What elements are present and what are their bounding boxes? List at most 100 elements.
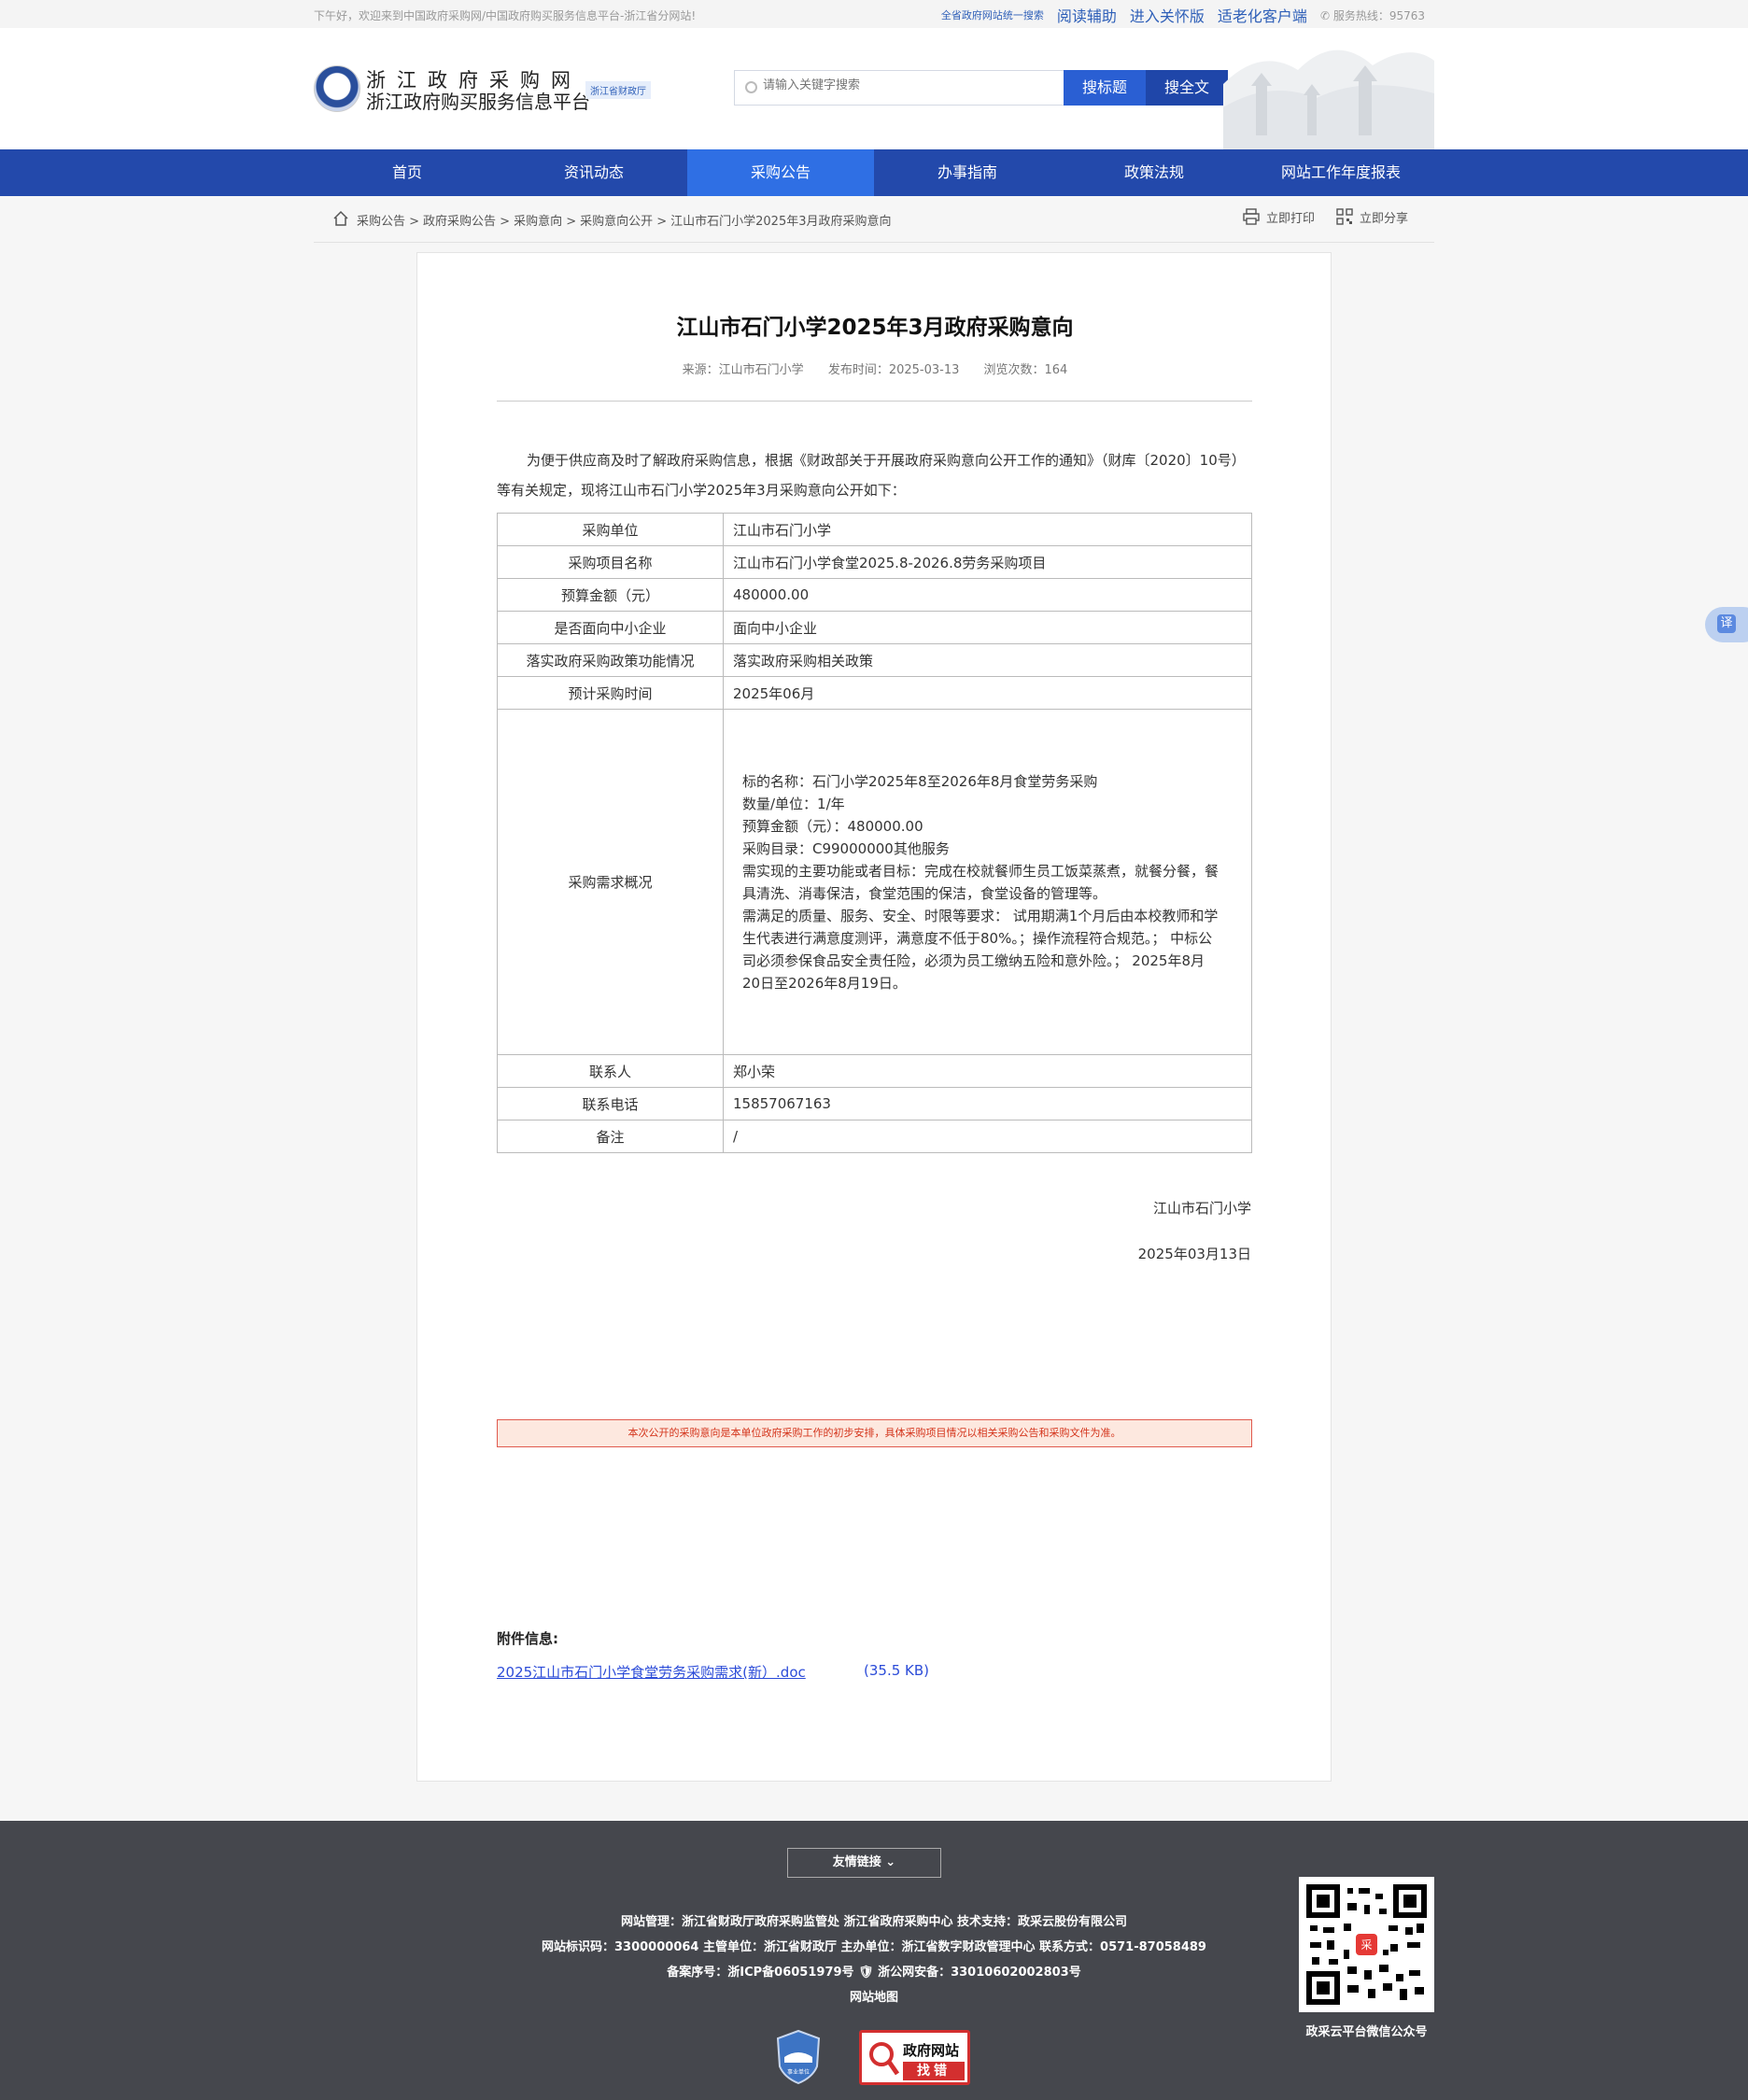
requirement-line: 采购目录：C99000000其他服务 bbox=[742, 839, 950, 857]
qr-share-icon bbox=[1336, 208, 1353, 225]
site-footer: 友情链接 ⌄ 网站管理：浙江省财政厅政府采购监管处 浙江省政府采购中心 技术支持… bbox=[0, 1821, 1748, 2100]
row-value: 落实政府采购相关政策 bbox=[723, 643, 1252, 677]
disclaimer-notice: 本次公开的采购意向是本单位政府采购工作的初步安排，具体采购项目情况以相关采购公告… bbox=[497, 1419, 1252, 1447]
search-box[interactable] bbox=[734, 70, 1064, 106]
print-button[interactable]: 立即打印 bbox=[1242, 207, 1315, 226]
table-row: 预算金额（元） 480000.00 bbox=[497, 578, 1252, 612]
row-key: 落实政府采购政策功能情况 bbox=[497, 643, 724, 677]
pagoda-scenery-image bbox=[1223, 49, 1434, 149]
requirement-line: 标的名称：石门小学2025年8至2026年8月食堂劳务采购 bbox=[742, 772, 1098, 790]
translate-float-button[interactable]: 译 bbox=[1705, 607, 1748, 642]
row-key: 采购单位 bbox=[497, 513, 724, 546]
badge-title: 政府网站 bbox=[903, 2042, 960, 2059]
search-title-button[interactable]: 搜标题 bbox=[1064, 70, 1146, 106]
breadcrumb-item[interactable]: 政府采购公告 > bbox=[423, 211, 510, 229]
row-value: 江山市石门小学 bbox=[723, 513, 1252, 546]
signature-org: 江山市石门小学 bbox=[1152, 1200, 1251, 1217]
table-row: 采购单位 江山市石门小学 bbox=[497, 513, 1252, 546]
footer-line-management: 网站管理：浙江省财政厅政府采购监管处 浙江省政府采购中心 技术支持：政采云股份有… bbox=[620, 1915, 1128, 1929]
row-key: 联系电话 bbox=[497, 1087, 724, 1120]
title-divider bbox=[497, 401, 1252, 402]
row-key: 预计采购时间 bbox=[497, 676, 724, 710]
nav-guide[interactable]: 办事指南 bbox=[874, 149, 1061, 196]
greeting-text: 下午好，欢迎来到中国政府采购网/中国政府购买服务信息平台-浙江省分网站! bbox=[314, 9, 697, 22]
print-label: 立即打印 bbox=[1265, 211, 1315, 226]
svg-text:采: 采 bbox=[1360, 1938, 1372, 1952]
footer-line-icp[interactable]: 备案序号：浙ICP备06051979号 🛡 浙公网安备：330106020028… bbox=[0, 1962, 1748, 1980]
care-version-link[interactable]: 进入关怀版 bbox=[1130, 4, 1205, 26]
share-label: 立即分享 bbox=[1359, 211, 1408, 226]
row-value: 郑小荣 bbox=[723, 1054, 1252, 1088]
procurement-table: 采购单位 江山市石门小学 采购项目名称 江山市石门小学食堂2025.8-2026.8… bbox=[497, 513, 1252, 1153]
row-value: 江山市石门小学食堂2025.8-2026.8劳务采购项目 bbox=[723, 545, 1252, 579]
qr-code-image: 采 bbox=[1306, 1884, 1427, 2005]
row-value: 面向中小企业 bbox=[723, 611, 1252, 644]
table-row: 采购项目名称 江山市石门小学食堂2025.8-2026.8劳务采购项目 bbox=[497, 545, 1252, 579]
breadcrumb-item[interactable]: 采购意向公开 > bbox=[580, 211, 667, 229]
requirement-line: 数量/单位：1/年 bbox=[742, 795, 845, 812]
printer-icon bbox=[1243, 208, 1260, 225]
article-publish-time: 发布时间：2025-03-13 bbox=[827, 363, 960, 377]
nav-news[interactable]: 资讯动态 bbox=[500, 149, 687, 196]
nav-policy[interactable]: 政策法规 bbox=[1061, 149, 1248, 196]
table-row: 联系电话 15857067163 bbox=[497, 1087, 1252, 1120]
site-logo[interactable] bbox=[314, 65, 360, 112]
public-institution-badge-icon[interactable]: 事业单位 bbox=[775, 2029, 822, 2085]
attachment-size: (35.5 KB) bbox=[864, 1662, 929, 1679]
top-bar: 下午好，欢迎来到中国政府采购网/中国政府购买服务信息平台-浙江省分网站! 全省政… bbox=[0, 0, 1748, 28]
share-button[interactable]: 立即分享 bbox=[1335, 207, 1408, 226]
elder-client-link[interactable]: 适老化客户端 bbox=[1218, 4, 1307, 26]
search-input[interactable] bbox=[763, 78, 1043, 92]
attachment-heading: 附件信息: bbox=[497, 1630, 558, 1647]
row-key: 预算金额（元） bbox=[497, 578, 724, 612]
translate-icon: 译 bbox=[1717, 614, 1736, 633]
main-nav: 首页 资讯动态 采购公告 办事指南 政策法规 网站工作年度报表 bbox=[0, 149, 1748, 196]
requirement-line: 需满足的质量、服务、安全、时限等要求： 试用期满1个月后由本校教师和学生代表进行… bbox=[742, 907, 1219, 992]
breadcrumb-item[interactable]: 采购公告 > bbox=[357, 211, 419, 229]
magnifier-icon bbox=[869, 2042, 899, 2076]
row-key: 采购需求概况 bbox=[497, 709, 724, 1055]
row-value: 480000.00 bbox=[723, 578, 1252, 612]
breadcrumb-current: 江山市石门小学2025年3月政府采购意向 bbox=[670, 215, 892, 229]
row-key: 备注 bbox=[497, 1120, 724, 1153]
sitemap-link[interactable]: 网站地图 bbox=[0, 1987, 1748, 2005]
article-panel: 江山市石门小学2025年3月政府采购意向 来源：江山市石门小学 发布时间：202… bbox=[416, 252, 1332, 1782]
reading-aid-link[interactable]: 阅读辅助 bbox=[1057, 4, 1117, 26]
article-title: 江山市石门小学2025年3月政府采购意向 bbox=[676, 316, 1074, 340]
qr-caption: 政采云平台微信公众号 bbox=[1305, 2025, 1428, 2039]
home-icon[interactable] bbox=[332, 210, 349, 227]
table-row-requirements: 采购需求概况 标的名称：石门小学2025年8至2026年8月食堂劳务采购 数量/… bbox=[497, 709, 1252, 1055]
breadcrumb-item[interactable]: 采购意向 > bbox=[514, 211, 576, 229]
table-row: 预计采购时间 2025年06月 bbox=[497, 676, 1252, 710]
article-meta: 来源：江山市石门小学 发布时间：2025-03-13 浏览次数：164 bbox=[417, 359, 1332, 377]
row-key: 采购项目名称 bbox=[497, 545, 724, 579]
friend-links-dropdown[interactable]: 友情链接 ⌄ bbox=[787, 1848, 941, 1878]
article-views: 浏览次数：164 bbox=[983, 363, 1068, 377]
site-header: 浙江政府采购网 浙江政府购买服务信息平台 浙江省财政厅 搜标题 搜全文 bbox=[0, 28, 1748, 149]
table-row: 备注 / bbox=[497, 1120, 1252, 1153]
badge-subtitle: 找错 bbox=[903, 2062, 965, 2080]
table-row: 是否面向中小企业 面向中小企业 bbox=[497, 611, 1252, 644]
article-source: 来源：江山市石门小学 bbox=[682, 363, 804, 377]
requirement-summary: 标的名称：石门小学2025年8至2026年8月食堂劳务采购 数量/单位：1/年 … bbox=[723, 709, 1252, 1055]
attachment-link[interactable]: 2025江山市石门小学食堂劳务采购需求(新）.doc bbox=[497, 1662, 806, 1682]
table-row: 落实政府采购政策功能情况 落实政府采购相关政策 bbox=[497, 643, 1252, 677]
requirement-line: 预算金额（元）：480000.00 bbox=[742, 817, 923, 835]
unified-search-link[interactable]: 全省政府网站统一搜索 bbox=[941, 7, 1044, 22]
svg-text:事业单位: 事业单位 bbox=[787, 2068, 810, 2076]
wechat-qr-code: 采 bbox=[1299, 1877, 1434, 2012]
finance-dept-tag: 浙江省财政厅 bbox=[585, 81, 651, 99]
row-value: / bbox=[723, 1120, 1252, 1153]
site-name-secondary: 浙江政府购买服务信息平台 bbox=[366, 91, 590, 113]
phone-icon: ✆ bbox=[1319, 8, 1333, 22]
row-key: 联系人 bbox=[497, 1054, 724, 1088]
nav-home[interactable]: 首页 bbox=[314, 149, 500, 196]
row-value: 2025年06月 bbox=[723, 676, 1252, 710]
search-fulltext-button[interactable]: 搜全文 bbox=[1146, 70, 1228, 106]
gov-site-error-report-badge[interactable]: 政府网站 找错 bbox=[859, 2030, 970, 2085]
article-intro: 为便于供应商及时了解政府采购信息，根据《财政部关于开展政府采购意向公开工作的通知… bbox=[497, 452, 1246, 499]
nav-annual-report[interactable]: 网站工作年度报表 bbox=[1248, 149, 1434, 196]
search-icon bbox=[745, 81, 757, 93]
nav-procurement[interactable]: 采购公告 bbox=[687, 149, 874, 196]
signature-date: 2025年03月13日 bbox=[1137, 1246, 1251, 1262]
